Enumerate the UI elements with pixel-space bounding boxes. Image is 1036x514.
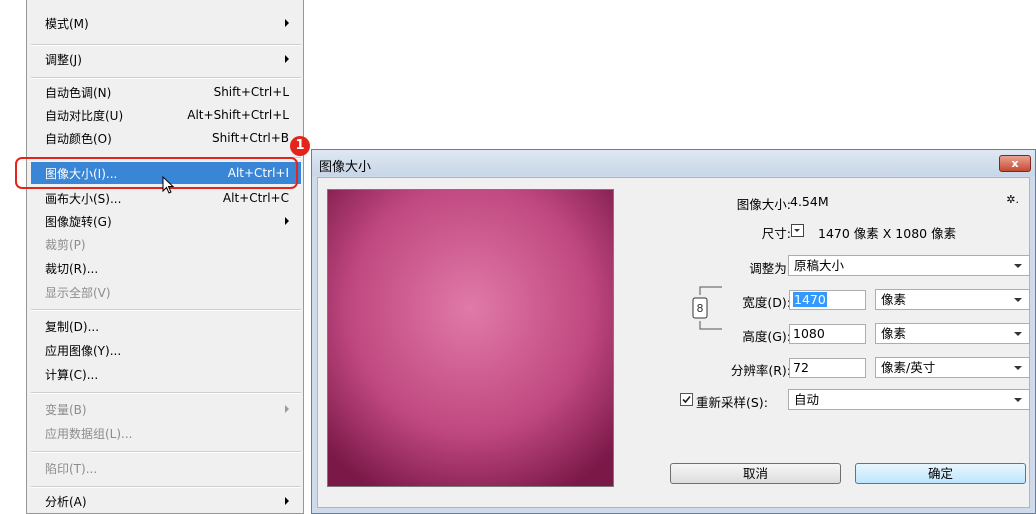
image-size-label: 图像大小: (736, 197, 791, 212)
image-preview[interactable] (327, 189, 614, 487)
fit-to-select[interactable]: 原稿大小 (788, 255, 1030, 276)
menu-item-duplicate[interactable]: 复制(D)... (31, 315, 301, 337)
menu-item-auto-contrast[interactable]: 自动对比度(U) Alt+Shift+Ctrl+L (31, 104, 301, 126)
dimensions-value: 1470 像素 X 1080 像素 (818, 226, 957, 241)
dialog-body: 图像大小: 4.54M ✲. 尺寸: 1470 像素 X 1080 像素 调整为… (317, 177, 1030, 508)
height-label: 高度(G): (742, 329, 791, 344)
svg-text:8: 8 (697, 302, 704, 315)
menu-item-auto-color[interactable]: 自动颜色(O) Shift+Ctrl+B (31, 127, 301, 149)
menu-separator (31, 392, 301, 394)
menu-item-auto-tone[interactable]: 自动色调(N) Shift+Ctrl+L (31, 81, 301, 103)
submenu-arrow-icon (285, 55, 289, 63)
chevron-down-icon (1014, 332, 1022, 336)
menu-item-apply-data-set[interactable]: 应用数据组(L)... (31, 422, 301, 444)
mouse-pointer-icon (162, 176, 175, 194)
menu-separator (31, 451, 301, 453)
width-label: 宽度(D): (742, 295, 791, 310)
height-input[interactable]: 1080 (789, 324, 866, 344)
resolution-label: 分辨率(R): (730, 363, 791, 378)
resample-checkbox[interactable] (680, 393, 693, 406)
step-number-badge: 1 (290, 136, 310, 156)
menu-separator (31, 77, 301, 79)
menu-item-image-rotation[interactable]: 图像旋转(G) (31, 210, 301, 232)
checkmark-icon (682, 395, 691, 404)
menu-item-mode[interactable]: 模式(M) (31, 12, 301, 34)
gear-icon[interactable]: ✲. (1006, 193, 1019, 206)
chevron-down-icon (1014, 366, 1022, 370)
flower-preview-image (328, 190, 613, 486)
cancel-button[interactable]: 取消 (670, 463, 841, 484)
resample-select[interactable]: 自动 (788, 389, 1030, 410)
image-size-dialog: 图像大小 x 图像大小: 4.54M ✲. 尺寸: 1470 像素 X 1080… (311, 149, 1036, 514)
resolution-input[interactable]: 72 (789, 358, 866, 378)
chevron-down-icon (1014, 298, 1022, 302)
chevron-down-icon (1014, 398, 1022, 402)
constrain-proportions-link[interactable]: 8 (688, 283, 724, 333)
chevron-down-icon (794, 229, 800, 232)
submenu-arrow-icon (285, 217, 289, 225)
menu-separator (31, 309, 301, 311)
menu-separator (31, 44, 301, 46)
menu-item-adjustments[interactable]: 调整(J) (31, 48, 301, 70)
width-input[interactable]: 1470 (789, 290, 866, 310)
dialog-titlebar[interactable]: 图像大小 x (312, 150, 1035, 176)
image-menu: 模式(M) 调整(J) 自动色调(N) Shift+Ctrl+L 自动对比度(U… (26, 0, 304, 514)
dialog-title: 图像大小 (319, 160, 372, 175)
image-size-value: 4.54M (790, 194, 829, 209)
submenu-arrow-icon (285, 405, 289, 413)
chevron-down-icon (1014, 264, 1022, 268)
menu-item-apply-image[interactable]: 应用图像(Y)... (31, 339, 301, 361)
menu-item-reveal-all[interactable]: 显示全部(V) (31, 281, 301, 303)
height-unit-select[interactable]: 像素 (875, 323, 1030, 344)
fit-to-label: 调整为: (749, 261, 791, 276)
menu-item-calculations[interactable]: 计算(C)... (31, 363, 301, 385)
submenu-arrow-icon (285, 19, 289, 27)
submenu-arrow-icon (285, 497, 289, 505)
close-button[interactable]: x (999, 155, 1031, 172)
ok-button[interactable]: 确定 (855, 463, 1026, 484)
menu-item-analysis[interactable]: 分析(A) (31, 490, 301, 512)
width-unit-select[interactable]: 像素 (875, 289, 1030, 310)
menu-item-trap[interactable]: 陷印(T)... (31, 457, 301, 479)
dimensions-label: 尺寸: (761, 226, 791, 241)
highlight-annotation (15, 157, 298, 189)
dimensions-unit-dropdown[interactable] (791, 224, 804, 237)
menu-item-crop[interactable]: 裁剪(P) (31, 233, 301, 255)
resample-label: 重新采样(S): (696, 395, 768, 410)
menu-item-trim[interactable]: 裁切(R)... (31, 257, 301, 279)
menu-separator (31, 486, 301, 488)
close-icon: x (1011, 157, 1019, 170)
resolution-unit-select[interactable]: 像素/英寸 (875, 357, 1030, 378)
menu-item-variables[interactable]: 变量(B) (31, 398, 301, 420)
